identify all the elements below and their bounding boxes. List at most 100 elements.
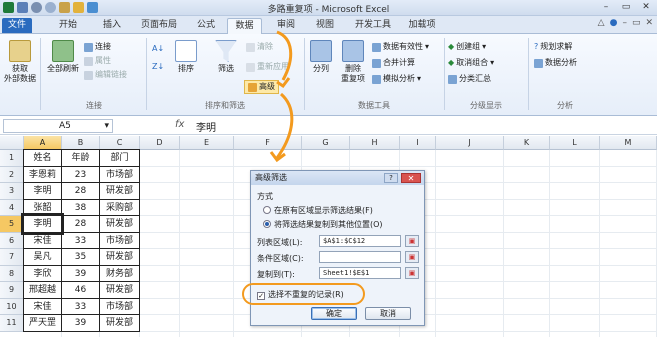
cell-c1[interactable]: 部门 xyxy=(99,149,140,167)
row-header[interactable]: 5 xyxy=(0,216,24,233)
cell-b4[interactable]: 38 xyxy=(61,198,100,216)
ok-button[interactable]: 确定 xyxy=(311,307,357,320)
row-header[interactable]: 2 xyxy=(0,166,24,183)
cell-b9[interactable]: 46 xyxy=(61,281,100,299)
cell-a9[interactable]: 邢超越 xyxy=(23,281,62,299)
cell-c9[interactable]: 研发部 xyxy=(99,281,140,299)
consolidate-button[interactable]: 合并计算 xyxy=(372,58,415,68)
row-header[interactable]: 3 xyxy=(0,183,24,200)
doc-close-icon[interactable]: ✕ xyxy=(645,18,653,28)
properties-button[interactable]: 属性 xyxy=(84,56,111,66)
row-header[interactable]: 11 xyxy=(0,315,24,332)
cell-b5[interactable]: 28 xyxy=(61,215,100,233)
cell-a5[interactable]: 李明 xyxy=(21,213,64,235)
dialog-close-button[interactable]: ✕ xyxy=(401,173,421,183)
row-header[interactable]: 1 xyxy=(0,150,24,167)
restore-icon[interactable]: ▭ xyxy=(619,1,633,13)
data-analysis-button[interactable]: 数据分析 xyxy=(534,58,577,68)
option-in-place-radio[interactable]: 在原有区域显示筛选结果(F) xyxy=(263,205,373,216)
help-button[interactable]: ? xyxy=(384,173,398,183)
cell-a7[interactable]: 吴凡 xyxy=(23,248,62,266)
what-if-button[interactable]: 模拟分析 ▾ xyxy=(372,74,421,84)
cell-a11[interactable]: 严天罡 xyxy=(23,314,62,332)
column-header-j[interactable]: J xyxy=(436,136,504,150)
cell-c6[interactable]: 市场部 xyxy=(99,231,140,249)
cell-c10[interactable]: 市场部 xyxy=(99,297,140,315)
column-header-d[interactable]: D xyxy=(140,136,180,150)
formula-input[interactable]: 李明 xyxy=(196,119,216,134)
minimize-icon[interactable]: – xyxy=(599,1,613,13)
row-header[interactable]: 4 xyxy=(0,199,24,216)
subtotal-button[interactable]: 分类汇总 xyxy=(448,74,491,84)
copy-to-input[interactable]: Sheet1!$E$1 xyxy=(319,267,401,279)
tab-formulas[interactable]: 公式 xyxy=(186,18,226,33)
row-header[interactable]: 10 xyxy=(0,298,24,315)
cell-b1[interactable]: 年龄 xyxy=(61,149,100,167)
cell-a6[interactable]: 宋佳 xyxy=(23,231,62,249)
cancel-button[interactable]: 取消 xyxy=(365,307,411,320)
cell-c5[interactable]: 研发部 xyxy=(99,215,140,233)
edit-links-button[interactable]: 编辑链接 xyxy=(84,70,127,80)
doc-minimize-icon[interactable]: – xyxy=(622,18,627,28)
tab-home[interactable]: 开始 xyxy=(48,18,88,33)
column-header-a[interactable]: A xyxy=(24,136,62,150)
row-header[interactable]: 8 xyxy=(0,265,24,282)
option-copy-radio[interactable]: 将筛选结果复制到其他位置(O) xyxy=(263,219,383,230)
row-header[interactable]: 9 xyxy=(0,282,24,299)
cell-b11[interactable]: 39 xyxy=(61,314,100,332)
cell-a4[interactable]: 张韶 xyxy=(23,198,62,216)
row-header[interactable]: 6 xyxy=(0,232,24,249)
tab-add-ins[interactable]: 加载项 xyxy=(400,18,444,33)
sort-desc-button[interactable]: Z↓ xyxy=(152,62,164,72)
tab-page-layout[interactable]: 页面布局 xyxy=(134,18,184,33)
name-box[interactable]: A5 ▾ xyxy=(3,119,113,133)
list-range-input[interactable]: $A$1:$C$12 xyxy=(319,235,401,247)
cell-c11[interactable]: 研发部 xyxy=(99,314,140,332)
column-header-i[interactable]: I xyxy=(400,136,436,150)
group-button[interactable]: ◆ 创建组 ▾ xyxy=(448,42,486,52)
close-icon[interactable]: ✕ xyxy=(639,1,653,13)
get-external-data-button[interactable]: 获取 外部数据 xyxy=(4,40,36,84)
help-icon[interactable]: ● xyxy=(610,18,618,28)
cell-a3[interactable]: 李明 xyxy=(23,182,62,200)
cell-c7[interactable]: 研发部 xyxy=(99,248,140,266)
cell-a10[interactable]: 宋佳 xyxy=(23,297,62,315)
cell-b6[interactable]: 33 xyxy=(61,231,100,249)
range-picker-icon[interactable]: ▣ xyxy=(405,251,419,263)
cell-b8[interactable]: 39 xyxy=(61,264,100,282)
cell-c8[interactable]: 财务部 xyxy=(99,264,140,282)
column-header-m[interactable]: M xyxy=(600,136,657,150)
cell-a8[interactable]: 李欣 xyxy=(23,264,62,282)
ribbon-minimize-icon[interactable]: △ xyxy=(598,18,605,28)
cell-c2[interactable]: 市场部 xyxy=(99,165,140,183)
refresh-all-button[interactable]: 全部刷新 xyxy=(44,40,82,74)
sort-button[interactable]: 排序 xyxy=(172,40,200,74)
select-all-corner[interactable] xyxy=(0,136,24,150)
column-header-k[interactable]: K xyxy=(504,136,550,150)
cell-c4[interactable]: 采购部 xyxy=(99,198,140,216)
column-header-l[interactable]: L xyxy=(550,136,600,150)
column-header-e[interactable]: E xyxy=(180,136,234,150)
sort-asc-button[interactable]: A↓ xyxy=(152,44,164,54)
ungroup-button[interactable]: ◆ 取消组合 ▾ xyxy=(448,58,494,68)
tab-developer[interactable]: 开发工具 xyxy=(348,18,398,33)
cell-b10[interactable]: 33 xyxy=(61,297,100,315)
cell-b2[interactable]: 23 xyxy=(61,165,100,183)
criteria-range-input[interactable] xyxy=(319,251,401,263)
column-header-c[interactable]: C xyxy=(100,136,140,150)
data-validation-button[interactable]: 数据有效性 ▾ xyxy=(372,42,429,52)
tab-insert[interactable]: 插入 xyxy=(92,18,132,33)
remove-duplicates-button[interactable]: 删除 重复项 xyxy=(338,40,368,84)
doc-restore-icon[interactable]: ▭ xyxy=(632,18,641,28)
cell-a2[interactable]: 李恩莉 xyxy=(23,165,62,183)
range-picker-icon[interactable]: ▣ xyxy=(405,267,419,279)
column-header-h[interactable]: H xyxy=(350,136,400,150)
range-picker-icon[interactable]: ▣ xyxy=(405,235,419,247)
cell-b7[interactable]: 35 xyxy=(61,248,100,266)
column-header-b[interactable]: B xyxy=(62,136,100,150)
row-header[interactable]: 7 xyxy=(0,249,24,266)
solver-button[interactable]: ? 规划求解 xyxy=(534,42,572,52)
cell-c3[interactable]: 研发部 xyxy=(99,182,140,200)
tab-file[interactable]: 文件 xyxy=(2,18,32,33)
filter-button[interactable]: 筛选 xyxy=(212,40,240,74)
